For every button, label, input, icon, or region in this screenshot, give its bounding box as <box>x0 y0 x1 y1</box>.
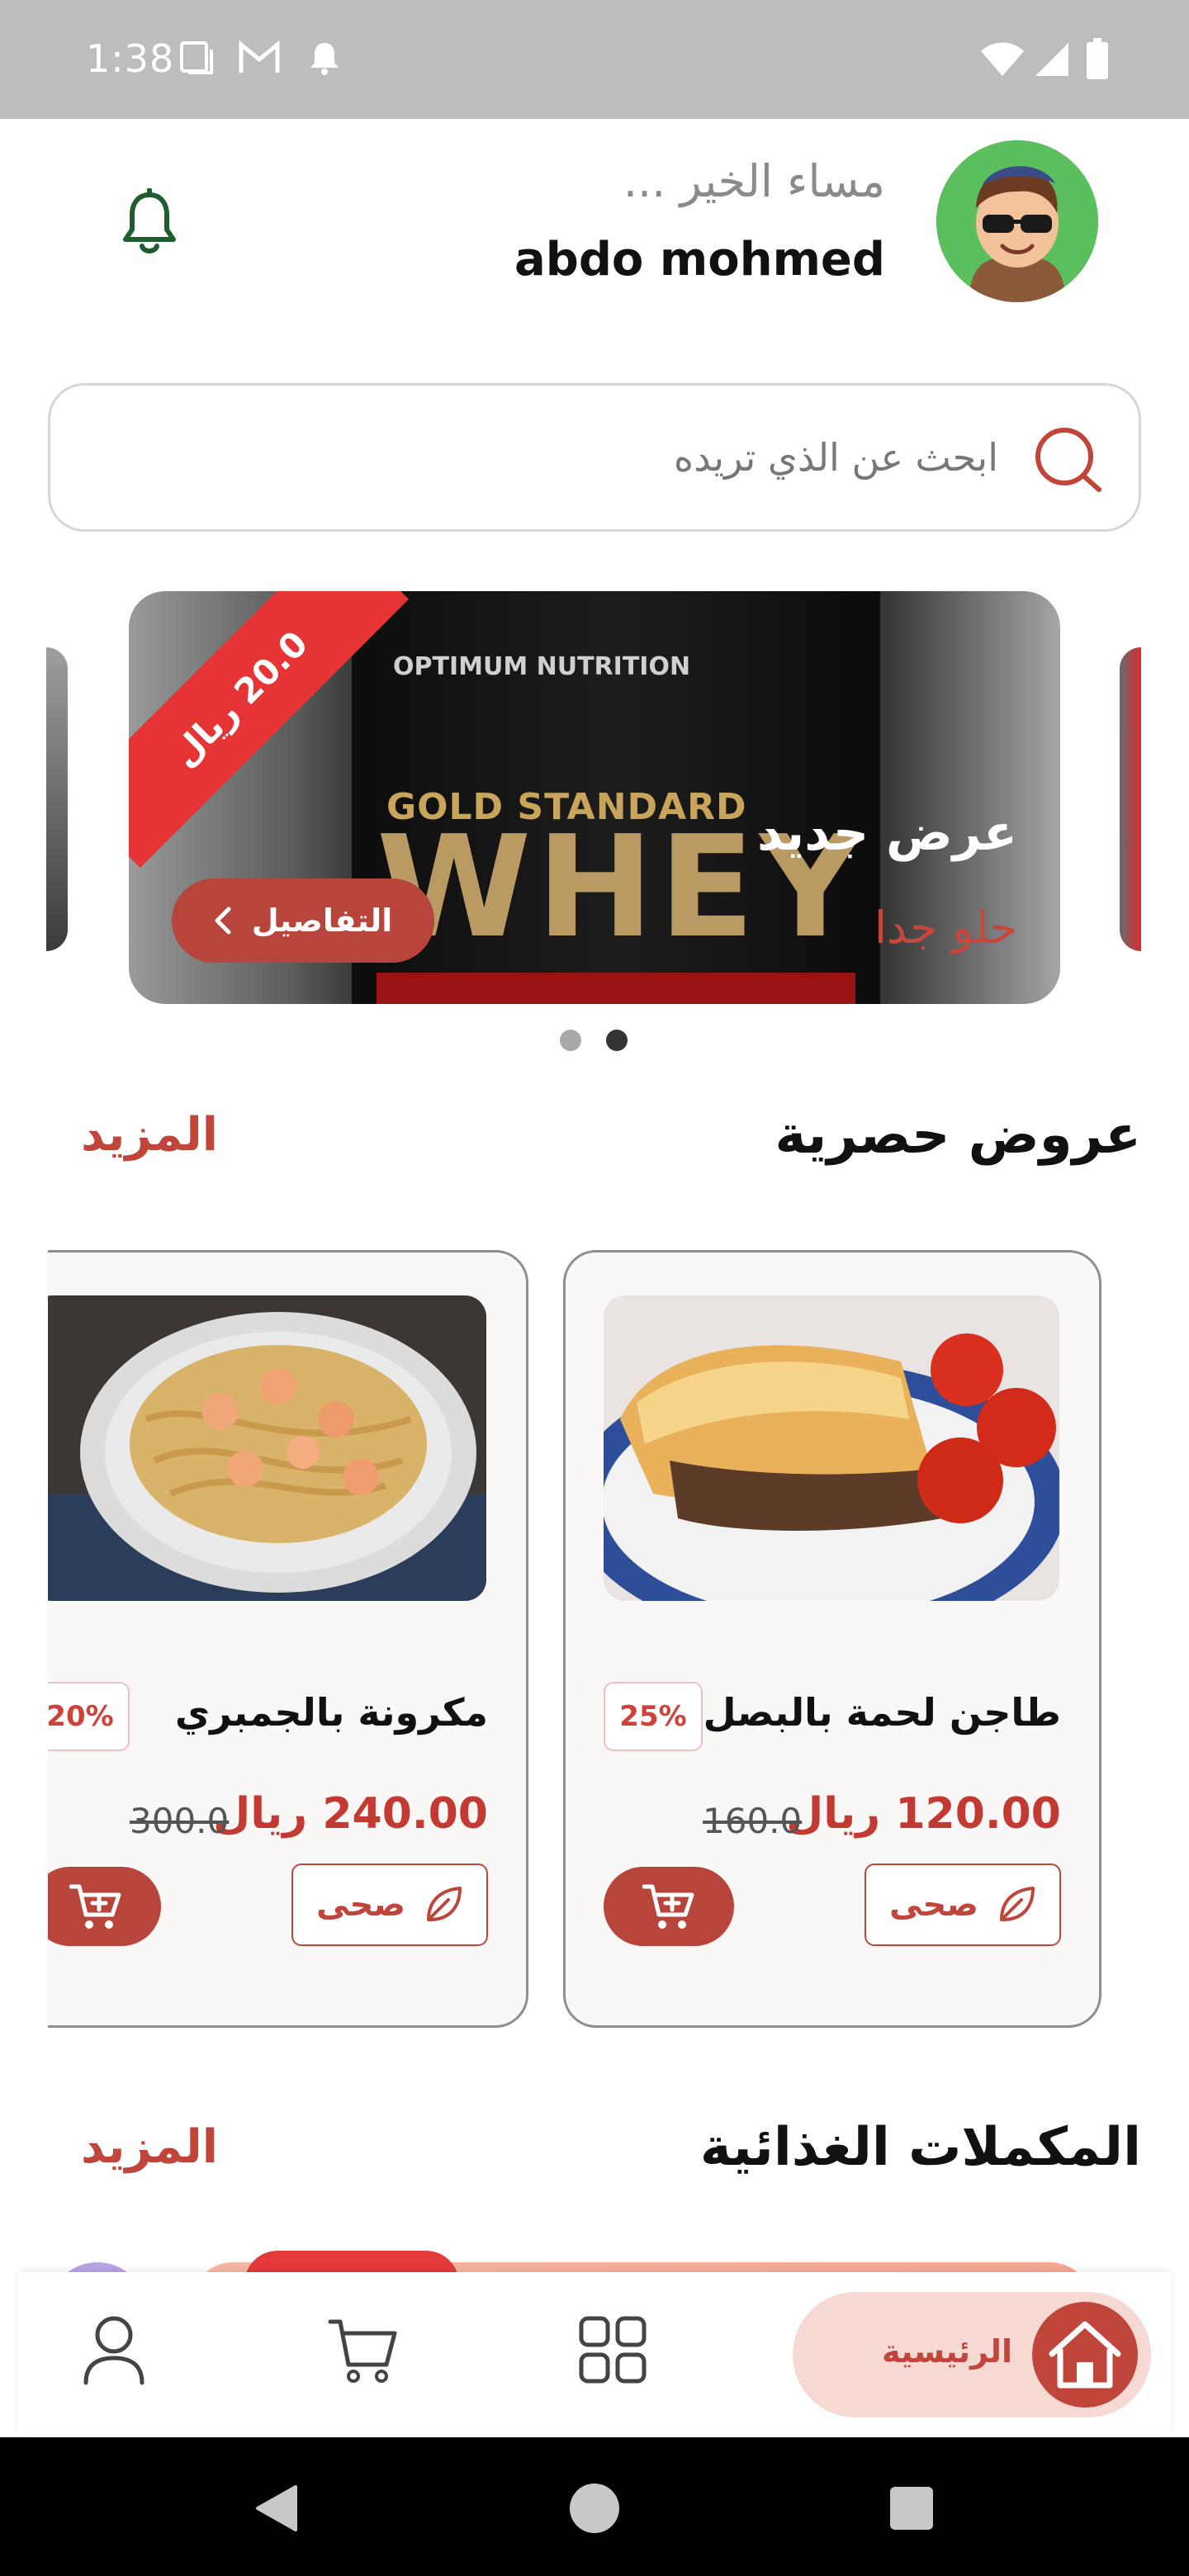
notification-icon <box>307 40 342 79</box>
add-to-cart-button[interactable] <box>604 1867 734 1946</box>
healthy-tag[interactable]: صحى <box>865 1863 1061 1946</box>
food-name: مكرونة بالجمبري <box>175 1690 488 1735</box>
search-icon[interactable] <box>1031 425 1106 498</box>
wifi-icon <box>979 41 1026 81</box>
leaf-icon <box>999 1887 1035 1921</box>
signal-icon <box>1034 41 1070 81</box>
recents-icon[interactable] <box>888 2485 935 2535</box>
carousel-dot-2-active[interactable] <box>606 1030 628 1051</box>
offer-card[interactable]: مكرونة بالجمبري 20% 240.00 ريال 300.0 صح… <box>48 1250 528 2028</box>
search-input[interactable]: ابحث عن الذي تريده <box>48 383 1141 532</box>
gmail-icon <box>238 40 281 79</box>
details-button[interactable]: التفاصيل <box>172 878 434 963</box>
grid-icon[interactable] <box>578 2315 647 2388</box>
username: abdo mohmed <box>514 233 885 286</box>
leaf-icon <box>426 1887 462 1921</box>
supplements-section-title: المكملات الغذائية <box>699 2117 1141 2178</box>
offers-carousel[interactable]: طاجن لحمة بالبصل 25% 120.00 ريال 160.0 ص… <box>48 1238 1141 2048</box>
product-label-strip <box>377 973 855 1004</box>
offers-more-link[interactable]: المزيد <box>81 1108 218 1162</box>
back-icon[interactable] <box>253 2484 299 2536</box>
healthy-label: صحى <box>316 1886 405 1924</box>
status-time: 1:38 <box>86 36 175 81</box>
search-placeholder: ابحث عن الذي تريده <box>674 435 998 480</box>
banner-prev-peek[interactable] <box>46 647 68 951</box>
bell-icon[interactable] <box>122 187 177 259</box>
banner-title: عرض جديد <box>757 804 1017 862</box>
greeting-text: مساء الخير ... <box>623 155 885 207</box>
offers-section-title: عروض حصرية <box>775 1105 1141 1166</box>
banner-subtitle: حلو جدا <box>874 902 1017 954</box>
home-icon <box>1032 2302 1138 2408</box>
food-price: 240.00 ريال <box>213 1789 488 1839</box>
system-navigation-bar <box>0 2437 1189 2576</box>
promo-banner[interactable]: OPTIMUM NUTRITION GOLD STANDARD WHEY 20.… <box>129 591 1060 1004</box>
home-system-icon[interactable] <box>568 2482 621 2538</box>
screenshot-icon <box>178 40 215 79</box>
nav-home-label: الرئيسية <box>882 2333 1012 2370</box>
healthy-tag[interactable]: صحى <box>291 1863 488 1946</box>
price-ribbon-text: 20.0 ريال <box>163 623 315 774</box>
discount-badge: 25% <box>604 1682 703 1751</box>
supplements-more-link[interactable]: المزيد <box>81 2120 218 2174</box>
bottom-navigation: الرئيسية <box>18 2272 1171 2434</box>
battery-icon <box>1087 38 1108 83</box>
nav-home[interactable]: الرئيسية <box>793 2292 1151 2417</box>
food-price: 120.00 ريال <box>786 1789 1061 1839</box>
profile-icon[interactable] <box>81 2315 147 2389</box>
carousel-dot-1[interactable] <box>560 1030 581 1051</box>
add-cart-icon <box>642 1884 694 1929</box>
add-cart-icon <box>69 1884 121 1929</box>
cart-icon[interactable] <box>327 2315 398 2388</box>
details-label: التفاصيل <box>251 902 393 939</box>
food-image <box>48 1295 486 1601</box>
food-image <box>604 1295 1059 1601</box>
food-name: طاجن لحمة بالبصل <box>703 1690 1061 1735</box>
app-screen: 1:38 مساء الخير ... abdo mohmed ابحث عن … <box>0 0 1189 2576</box>
old-price: 160.0 <box>703 1801 803 1841</box>
add-to-cart-button[interactable] <box>48 1867 161 1946</box>
offer-card[interactable]: طاجن لحمة بالبصل 25% 120.00 ريال 160.0 ص… <box>563 1250 1101 2028</box>
discount-badge: 20% <box>48 1682 130 1751</box>
chevron-left-icon <box>215 907 231 935</box>
healthy-label: صحى <box>889 1886 978 1924</box>
status-bar: 1:38 <box>0 0 1189 119</box>
product-brand: OPTIMUM NUTRITION <box>393 652 691 681</box>
avatar[interactable] <box>936 140 1098 302</box>
banner-next-peek[interactable] <box>1120 647 1141 951</box>
old-price: 300.0 <box>130 1801 230 1841</box>
